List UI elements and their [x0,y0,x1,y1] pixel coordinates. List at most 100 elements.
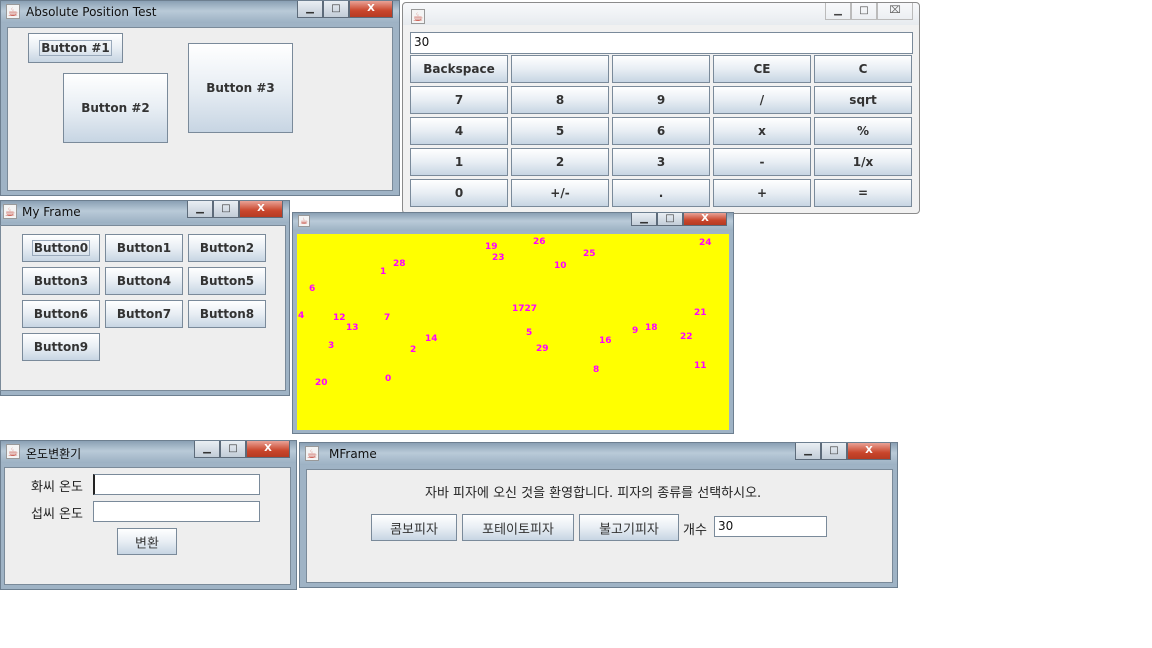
close-button[interactable]: ⌧ [877,3,913,20]
frame-button[interactable]: Button4 [105,267,183,295]
calc-key[interactable]: CE [713,55,811,83]
calc-key[interactable]: / [713,86,811,114]
calc-key-label: 8 [555,93,565,107]
calc-key[interactable]: = [814,179,912,207]
fahrenheit-label: 화씨 온도 [31,480,83,495]
frame-button[interactable]: Button2 [188,234,266,262]
calculator-window: ☕ ▁ □ ⌧ 30 Backspace CE C 7 8 9 / sqrt 4 5 6 x% 1 2 3 -… [402,2,920,214]
title-bar[interactable]: ☕ My Frame ▁ □ X [1,201,289,223]
frame-button[interactable]: Button9 [22,333,100,361]
bulgogi-pizza-button[interactable]: 불고기피자 [579,514,679,541]
minimize-button[interactable]: ▁ [795,443,821,460]
maximize-button[interactable]: □ [657,213,683,226]
button-3[interactable]: Button #3 [188,43,293,133]
count-input[interactable]: 30 [714,516,827,537]
title-bar[interactable]: ☕ 온도변환기 ▁ □ X [1,441,296,463]
calc-key[interactable]: x [713,117,811,145]
frame-button[interactable]: Button6 [22,300,100,328]
java-icon: ☕ [305,446,319,461]
calc-key-label: 1 [454,155,464,169]
maximize-button[interactable]: □ [323,1,349,18]
calc-key[interactable]: 1 [410,148,508,176]
potato-pizza-button[interactable]: 포테이토피자 [462,514,574,541]
calc-key[interactable]: sqrt [814,86,912,114]
calc-key[interactable]: 6 [612,117,710,145]
java-icon: ☕ [6,4,20,19]
temp-converter-window: ☕ 온도변환기 ▁ □ X 화씨 온도 섭씨 온도 변환 [0,440,297,590]
calc-key[interactable]: 4 [410,117,508,145]
frame-button-label: Button8 [199,307,255,321]
close-button[interactable]: X [683,213,727,226]
number-label: 25 [583,249,596,259]
calc-key[interactable] [511,55,609,83]
calc-key-label: 3 [656,155,666,169]
minimize-button[interactable]: ▁ [297,1,323,18]
maximize-button[interactable]: □ [213,201,239,218]
calc-key-label: = [857,186,869,200]
number-label: 28 [393,259,406,269]
frame-button[interactable]: Button0 [22,234,100,262]
close-button[interactable]: X [239,201,283,218]
frame-button-label: Button0 [31,240,91,256]
maximize-button[interactable]: □ [821,443,847,460]
frame-button[interactable]: Button5 [188,267,266,295]
minimize-button[interactable]: ▁ [825,3,851,20]
number-label: 4 [298,311,305,321]
title-bar[interactable]: ☕ MFrame ▁ □ X [300,443,897,465]
close-button[interactable]: X [847,443,891,460]
number-canvas: 19 26 24 23 25 28 1 10 6 1727 21 4 12 7 13 5 9 18 14 16 22 3 2… [297,234,729,430]
title-bar[interactable]: ☕ ▁ □ X [293,213,733,231]
number-label: 21 [694,308,707,318]
combo-pizza-button[interactable]: 콤보피자 [371,514,457,541]
calc-key[interactable]: 3 [612,148,710,176]
frame-button[interactable]: Button1 [105,234,183,262]
calc-key[interactable]: - [713,148,811,176]
number-label: 19 [485,242,498,252]
close-button[interactable]: X [246,441,290,458]
calc-key-label: 7 [454,93,464,107]
frame-button[interactable]: Button8 [188,300,266,328]
calc-key[interactable]: +/- [511,179,609,207]
fahrenheit-input[interactable] [93,474,260,495]
frame-button-label: Button7 [116,307,172,321]
button-1[interactable]: Button #1 [28,33,123,63]
calc-key[interactable]: 1/x [814,148,912,176]
celsius-input[interactable] [93,501,260,522]
minimize-button[interactable]: ▁ [194,441,220,458]
frame-button[interactable]: Button7 [105,300,183,328]
mframe-window: ☕ MFrame ▁ □ X 자바 피자에 오신 것을 환영합니다. 피자의 종… [299,442,898,588]
calc-key[interactable]: C [814,55,912,83]
calc-key[interactable]: 0 [410,179,508,207]
calc-key[interactable]: Backspace [410,55,508,83]
calc-key[interactable]: 9 [612,86,710,114]
frame-button-label: Button9 [33,340,89,354]
window-title: My Frame [22,205,81,219]
maximize-button[interactable]: □ [220,441,246,458]
minimize-button[interactable]: ▁ [631,213,657,226]
minimize-button[interactable]: ▁ [187,201,213,218]
potato-pizza-label: 포테이토피자 [482,522,554,537]
title-bar[interactable]: ☕ ▁ □ ⌧ [403,3,919,25]
calc-key[interactable]: + [713,179,811,207]
calc-key-label: x [758,124,766,138]
calc-key[interactable] [612,55,710,83]
frame-button-label: Button1 [116,241,172,255]
button-2[interactable]: Button #2 [63,73,168,143]
calc-key-label: +/- [550,186,570,200]
frame-button[interactable]: Button3 [22,267,100,295]
close-button[interactable]: X [349,1,393,18]
calc-key[interactable]: 2 [511,148,609,176]
calc-display[interactable]: 30 [410,32,913,54]
calc-key[interactable]: 5 [511,117,609,145]
bulgogi-pizza-label: 불고기피자 [599,522,659,537]
title-bar[interactable]: ☕ Absolute Position Test ▁ □ X [1,1,399,23]
calc-key[interactable]: . [612,179,710,207]
calc-key[interactable]: 7 [410,86,508,114]
calc-key-label: - [759,155,765,169]
maximize-button[interactable]: □ [851,3,877,20]
convert-button[interactable]: 변환 [117,528,177,555]
calc-key[interactable]: 8 [511,86,609,114]
calc-key-label: 6 [656,124,666,138]
number-label: 10 [554,261,567,271]
calc-key[interactable]: % [814,117,912,145]
